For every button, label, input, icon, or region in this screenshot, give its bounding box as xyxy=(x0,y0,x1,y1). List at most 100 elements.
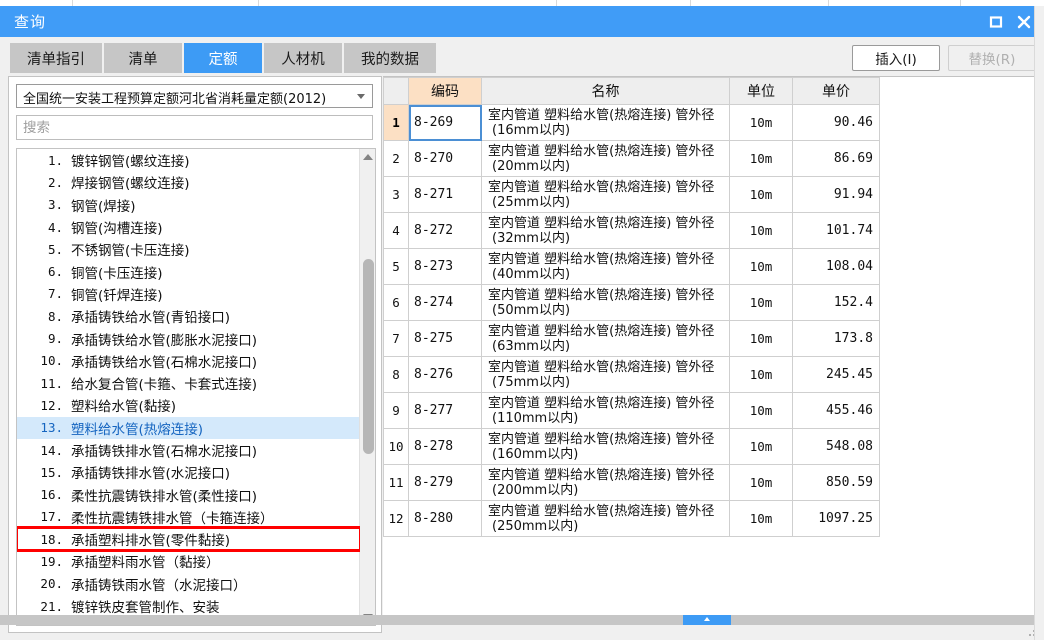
code-cell[interactable]: 8-275 xyxy=(408,320,482,357)
name-cell[interactable]: 室内管道 塑料给水管(热熔连接) 管外径 (200mm以内) xyxy=(481,464,730,501)
unit-cell[interactable]: 10m xyxy=(729,140,793,177)
tab-qingdan[interactable]: 清单 xyxy=(104,43,182,73)
list-item[interactable]: 19. 承插塑料雨水管（黏接） xyxy=(17,550,360,572)
list-item[interactable]: 18. 承插塑料排水管(零件黏接) xyxy=(17,526,360,553)
price-cell[interactable]: 850.59 xyxy=(792,464,880,501)
row-number-cell[interactable]: 3 xyxy=(383,176,409,213)
table-row[interactable]: 1 8-269 室内管道 塑料给水管(热熔连接) 管外径 (16mm以内) 10m 90.… xyxy=(383,104,880,141)
col-header-unit[interactable]: 单位 xyxy=(729,77,793,105)
list-item[interactable]: 12. 塑料给水管(黏接) xyxy=(17,394,360,416)
search-input[interactable] xyxy=(16,115,373,140)
row-number-cell[interactable]: 10 xyxy=(383,428,409,465)
code-cell[interactable]: 8-276 xyxy=(408,356,482,393)
unit-cell[interactable]: 10m xyxy=(729,248,793,285)
code-cell[interactable]: 8-274 xyxy=(408,284,482,321)
col-header-code[interactable]: 编码 xyxy=(408,77,482,105)
list-item[interactable]: 7. 铜管(钎焊连接) xyxy=(17,283,360,305)
table-row[interactable]: 10 8-278 室内管道 塑料给水管(热熔连接) 管外径 (160mm以内) 10m 5… xyxy=(383,428,880,465)
list-item[interactable]: 20. 承插铸铁雨水管（水泥接口） xyxy=(17,573,360,595)
table-row[interactable]: 12 8-280 室内管道 塑料给水管(热熔连接) 管外径 (250mm以内) 10m 1… xyxy=(383,500,880,537)
tab-qingdan-zhiyin[interactable]: 清单指引 xyxy=(10,43,102,73)
table-row[interactable]: 6 8-274 室内管道 塑料给水管(热熔连接) 管外径 (50mm以内) 10m 152… xyxy=(383,284,880,321)
list-item[interactable]: 3. 钢管(焊接) xyxy=(17,194,360,216)
price-cell[interactable]: 91.94 xyxy=(792,176,880,213)
insert-button[interactable]: 插入(I) xyxy=(852,45,940,71)
code-cell[interactable]: 8-278 xyxy=(408,428,482,465)
list-item[interactable]: 15. 承插铸铁排水管(水泥接口) xyxy=(17,461,360,483)
category-list-scrollbar[interactable] xyxy=(359,149,375,625)
list-item[interactable]: 10. 承插铸铁给水管(石棉水泥接口) xyxy=(17,350,360,372)
price-cell[interactable]: 1097.25 xyxy=(792,500,880,537)
list-item[interactable]: 16. 柔性抗震铸铁排水管(柔性接口) xyxy=(17,483,360,505)
row-number-cell[interactable]: 5 xyxy=(383,248,409,285)
name-cell[interactable]: 室内管道 塑料给水管(热熔连接) 管外径 (16mm以内) xyxy=(481,104,730,141)
name-cell[interactable]: 室内管道 塑料给水管(热熔连接) 管外径 (50mm以内) xyxy=(481,284,730,321)
unit-cell[interactable]: 10m xyxy=(729,428,793,465)
table-row[interactable]: 2 8-270 室内管道 塑料给水管(热熔连接) 管外径 (20mm以内) 10m 86.… xyxy=(383,140,880,177)
price-cell[interactable]: 245.45 xyxy=(792,356,880,393)
code-cell[interactable]: 8-272 xyxy=(408,212,482,249)
list-item[interactable]: 8. 承插铸铁给水管(青铅接口) xyxy=(17,305,360,327)
horizontal-scroll-thumb[interactable] xyxy=(683,615,731,625)
name-cell[interactable]: 室内管道 塑料给水管(热熔连接) 管外径 (25mm以内) xyxy=(481,176,730,213)
name-cell[interactable]: 室内管道 塑料给水管(热熔连接) 管外径 (75mm以内) xyxy=(481,356,730,393)
price-cell[interactable]: 548.08 xyxy=(792,428,880,465)
row-number-cell[interactable]: 12 xyxy=(383,500,409,537)
tab-rencaiji[interactable]: 人材机 xyxy=(264,43,342,73)
price-cell[interactable]: 101.74 xyxy=(792,212,880,249)
price-cell[interactable]: 108.04 xyxy=(792,248,880,285)
list-item[interactable]: 13. 塑料给水管(热熔连接) xyxy=(17,416,360,439)
table-row[interactable]: 9 8-277 室内管道 塑料给水管(热熔连接) 管外径 (110mm以内) 10m 45… xyxy=(383,392,880,429)
row-number-cell[interactable]: 2 xyxy=(383,140,409,177)
code-cell[interactable]: 8-277 xyxy=(408,392,482,429)
unit-cell[interactable]: 10m xyxy=(729,392,793,429)
price-cell[interactable]: 86.69 xyxy=(792,140,880,177)
maximize-icon[interactable] xyxy=(986,12,1006,32)
name-cell[interactable]: 室内管道 塑料给水管(热熔连接) 管外径 (110mm以内) xyxy=(481,392,730,429)
unit-cell[interactable]: 10m xyxy=(729,104,793,141)
list-item[interactable]: 9. 承插铸铁给水管(膨胀水泥接口) xyxy=(17,327,360,349)
row-number-cell[interactable]: 7 xyxy=(383,320,409,357)
horizontal-scrollbar[interactable] xyxy=(0,615,1036,625)
code-cell[interactable]: 8-271 xyxy=(408,176,482,213)
close-icon[interactable] xyxy=(1014,12,1034,32)
price-cell[interactable]: 173.8 xyxy=(792,320,880,357)
row-number-cell[interactable]: 8 xyxy=(383,356,409,393)
price-cell[interactable]: 455.46 xyxy=(792,392,880,429)
table-row[interactable]: 8 8-276 室内管道 塑料给水管(热熔连接) 管外径 (75mm以内) 10m 245… xyxy=(383,356,880,393)
table-row[interactable]: 7 8-275 室内管道 塑料给水管(热熔连接) 管外径 (63mm以内) 10m 173… xyxy=(383,320,880,357)
library-select[interactable]: 全国统一安装工程预算定额河北省消耗量定额(2012) xyxy=(16,84,373,108)
list-item[interactable]: 11. 给水复合管(卡箍、卡套式连接) xyxy=(17,372,360,394)
list-item[interactable]: 17. 柔性抗震铸铁排水管（卡箍连接） xyxy=(17,506,360,528)
list-item[interactable]: 14. 承插铸铁排水管(石棉水泥接口) xyxy=(17,439,360,461)
unit-cell[interactable]: 10m xyxy=(729,320,793,357)
list-item[interactable]: 5. 不锈钢管(卡压连接) xyxy=(17,238,360,260)
price-cell[interactable]: 152.4 xyxy=(792,284,880,321)
list-item[interactable]: 21. 镀锌铁皮套管制作、安装 xyxy=(17,595,360,617)
code-cell[interactable]: 8-280 xyxy=(408,500,482,537)
list-item[interactable]: 2. 焊接钢管(螺纹连接) xyxy=(17,171,360,193)
unit-cell[interactable]: 10m xyxy=(729,464,793,501)
triangle-up-icon[interactable] xyxy=(360,149,375,165)
code-cell[interactable]: 8-273 xyxy=(408,248,482,285)
list-item[interactable]: 6. 铜管(卡压连接) xyxy=(17,260,360,282)
name-cell[interactable]: 室内管道 塑料给水管(热熔连接) 管外径 (160mm以内) xyxy=(481,428,730,465)
unit-cell[interactable]: 10m xyxy=(729,212,793,249)
code-cell[interactable]: 8-269 xyxy=(408,104,482,141)
name-cell[interactable]: 室内管道 塑料给水管(热熔连接) 管外径 (32mm以内) xyxy=(481,212,730,249)
col-header-price[interactable]: 单价 xyxy=(792,77,880,105)
name-cell[interactable]: 室内管道 塑料给水管(热熔连接) 管外径 (250mm以内) xyxy=(481,500,730,537)
unit-cell[interactable]: 10m xyxy=(729,284,793,321)
unit-cell[interactable]: 10m xyxy=(729,356,793,393)
price-cell[interactable]: 90.46 xyxy=(792,104,880,141)
row-number-cell[interactable]: 11 xyxy=(383,464,409,501)
scrollbar-thumb[interactable] xyxy=(363,259,374,454)
row-number-cell[interactable]: 9 xyxy=(383,392,409,429)
col-header-name[interactable]: 名称 xyxy=(481,77,730,105)
list-item[interactable]: 1. 镀锌钢管(螺纹连接) xyxy=(17,149,360,171)
name-cell[interactable]: 室内管道 塑料给水管(热熔连接) 管外径 (40mm以内) xyxy=(481,248,730,285)
table-row[interactable]: 4 8-272 室内管道 塑料给水管(热熔连接) 管外径 (32mm以内) 10m 101… xyxy=(383,212,880,249)
list-item[interactable]: 4. 钢管(沟槽连接) xyxy=(17,216,360,238)
row-number-cell[interactable]: 6 xyxy=(383,284,409,321)
table-row[interactable]: 3 8-271 室内管道 塑料给水管(热熔连接) 管外径 (25mm以内) 10m 91.… xyxy=(383,176,880,213)
